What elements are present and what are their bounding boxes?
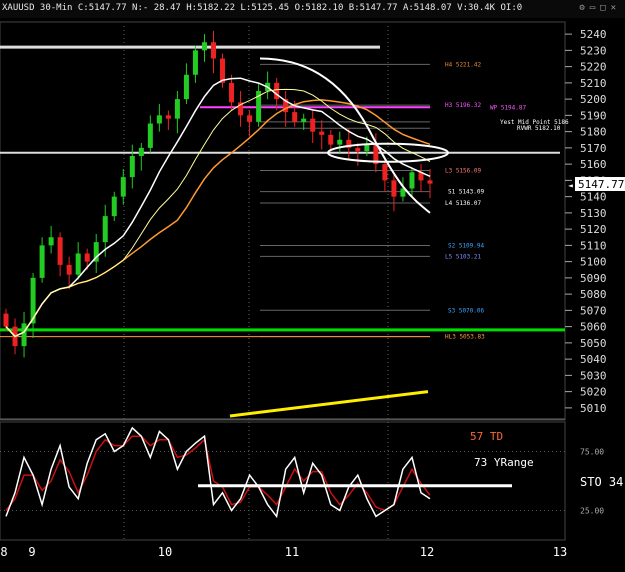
price-tick-label: 5190 (580, 109, 607, 122)
candle-body (274, 82, 280, 100)
pivot-level-label: S3 5070.06 (448, 307, 485, 314)
candle-body (57, 237, 63, 265)
pivot-level-label: L4 5136.07 (445, 200, 482, 207)
candle-body (210, 42, 216, 59)
price-tick-label: 5200 (580, 93, 607, 106)
date-tick-label: 10 (158, 545, 172, 559)
candle-body (21, 323, 27, 347)
candle-body (183, 74, 189, 100)
price-tick-label: 5010 (580, 402, 607, 415)
price-tick-label: 5100 (580, 256, 607, 269)
pivot-level-label: L3 5156.09 (445, 167, 482, 174)
candle-body (292, 112, 298, 122)
price-tick-label: 5180 (580, 126, 607, 139)
date-tick-label: 11 (285, 545, 299, 559)
pivot-level-label: HL3 5053.83 (445, 334, 485, 341)
candle-body (310, 118, 316, 132)
candle-body (382, 164, 388, 181)
date-tick-label: 13 (553, 545, 567, 559)
candle-body (337, 139, 343, 145)
candle-body (391, 180, 397, 197)
candle-body (147, 123, 153, 148)
candle-body (66, 264, 72, 275)
yrange-annotation: 73 YRange (474, 456, 534, 469)
candle-body (409, 172, 415, 189)
price-tick-label: 5230 (580, 44, 607, 57)
candle-body (355, 147, 361, 152)
candle-body (201, 42, 207, 51)
price-tick-label: 5110 (580, 239, 607, 252)
current-price-label: 5147.77 (578, 178, 624, 191)
price-tick-label: 5220 (580, 61, 607, 74)
candle-body (319, 131, 325, 135)
pivot-level-label: S1 5143.09 (448, 189, 485, 196)
price-axis (565, 33, 572, 409)
candle-body (301, 118, 307, 122)
date-tick-label: 12 (420, 545, 434, 559)
price-panel (0, 21, 566, 421)
candle-body (247, 115, 253, 122)
pivot-level-label: WP 5194.87 (490, 104, 527, 111)
pivot-level-label: RVWR 5182.10 (517, 125, 561, 132)
candle-body (84, 253, 90, 262)
date-tick-label: 9 (28, 545, 35, 559)
stoch-tick-75: 75.00 (580, 448, 604, 457)
candle-body (174, 99, 180, 119)
price-tick-label: 5160 (580, 158, 607, 171)
candle-body (192, 50, 198, 75)
candle-body (129, 156, 135, 178)
candle-body (364, 144, 370, 152)
td-annotation: 57 TD (470, 430, 503, 443)
candle-body (3, 313, 9, 327)
pivot-level-label: L5 5103.21 (445, 253, 482, 260)
candle-body (138, 147, 144, 156)
current-price-pointer-icon: ◄ (568, 181, 573, 190)
price-tick-label: 5070 (580, 304, 607, 317)
candle-body (156, 115, 162, 124)
price-tick-label: 5090 (580, 272, 607, 285)
candle-body (427, 180, 433, 184)
price-tick-label: 5060 (580, 321, 607, 334)
price-tick-label: 5080 (580, 288, 607, 301)
price-tick-label: 5130 (580, 207, 607, 220)
price-tick-label: 5120 (580, 223, 607, 236)
price-tick-label: 5030 (580, 369, 607, 382)
stochastic-label: STO 34, (580, 475, 625, 489)
candle-body (39, 245, 45, 278)
stoch-tick-25: 25.00 (580, 507, 604, 516)
price-tick-label: 5040 (580, 353, 607, 366)
price-tick-label: 5240 (580, 28, 607, 41)
candle-body (75, 253, 81, 275)
price-tick-label: 5020 (580, 386, 607, 399)
candle-body (111, 196, 117, 217)
price-chart[interactable]: 5010 5020 5030 5040 5050 5060 5070 5080 5090 5100… (0, 0, 625, 572)
pivot-level-label: H4 5221.42 (445, 61, 482, 68)
candle-body (48, 237, 54, 246)
candle-body (328, 134, 334, 145)
price-tick-label: 5210 (580, 77, 607, 90)
price-tick-label: 5050 (580, 337, 607, 350)
candle-body (102, 216, 108, 243)
price-tick-label: 5140 (580, 191, 607, 204)
candle-body (229, 82, 235, 103)
candle-body (120, 177, 126, 197)
pivot-level-label: S2 5109.94 (448, 242, 485, 249)
price-tick-label: 5170 (580, 142, 607, 155)
candle-body (165, 115, 171, 119)
pivot-level-label: H3 5196.32 (445, 102, 482, 109)
date-tick-label: 8 (0, 545, 7, 559)
